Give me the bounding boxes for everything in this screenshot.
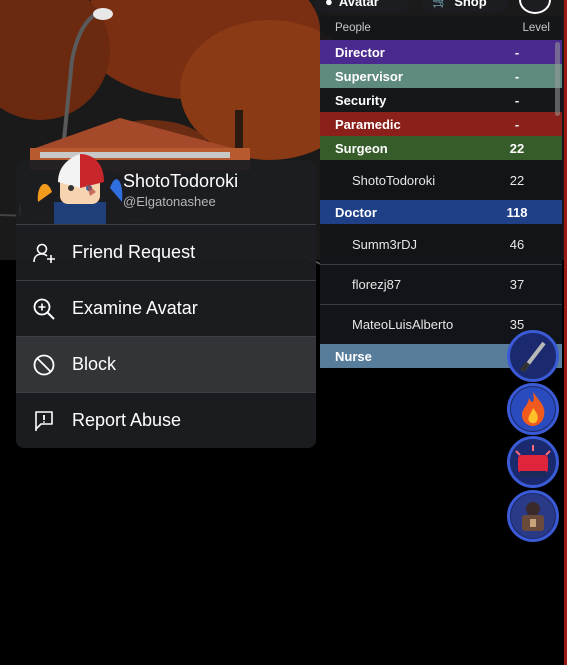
- knife-button[interactable]: [507, 330, 559, 382]
- examine-avatar-item[interactable]: Examine Avatar: [16, 280, 316, 336]
- team-name: Director: [335, 44, 385, 60]
- team-row: Security -: [320, 88, 562, 112]
- team-name: Security: [335, 92, 387, 108]
- examine-avatar-label: Examine Avatar: [72, 298, 198, 318]
- siren-button[interactable]: [507, 436, 559, 488]
- team-name: Doctor: [335, 204, 377, 220]
- player-context-menu: ShotoTodoroki @Elgatonashee Friend Reque…: [16, 154, 316, 448]
- briefcase-button[interactable]: [507, 490, 559, 542]
- player-list-rows: Director - Supervisor - Security - Paramedic - S…: [320, 40, 562, 368]
- team-level: 118: [506, 204, 528, 220]
- player-level: 35: [509, 317, 525, 332]
- team-name: Supervisor: [335, 68, 403, 84]
- siren-icon: [511, 440, 555, 484]
- fire-icon: [511, 387, 555, 431]
- fire-button[interactable]: [507, 383, 559, 435]
- player-level: 46: [509, 236, 525, 252]
- add-friend-icon: [32, 241, 56, 265]
- team-level: -: [514, 44, 520, 60]
- team-row: Surgeon 22: [320, 136, 562, 160]
- player-display-name: ShotoTodoroki: [123, 171, 239, 191]
- friend-request-label: Friend Request: [72, 242, 196, 262]
- player-list: People Level Director - Supervisor - Securit…: [320, 16, 562, 368]
- team-row: Supervisor -: [320, 64, 562, 88]
- team-level: -: [514, 116, 520, 132]
- knife-icon: [511, 334, 555, 378]
- player-list-header: People Level: [320, 16, 562, 40]
- player-name: ShotoTodoroki: [352, 172, 436, 188]
- level-header: Level: [522, 22, 551, 34]
- player-username: @Elgatonashee: [123, 194, 216, 209]
- team-level: -: [514, 92, 520, 108]
- avatar-button-label: Avatar: [338, 0, 379, 9]
- zoom-in-icon: [32, 297, 56, 321]
- player-level: 37: [509, 277, 525, 292]
- block-item[interactable]: Block: [16, 336, 316, 392]
- player-row[interactable]: ShotoTodoroki 22: [320, 160, 562, 200]
- team-name: Paramedic: [335, 116, 401, 132]
- player-list-scrollbar[interactable]: [555, 42, 560, 116]
- report-abuse-label: Report Abuse: [72, 410, 182, 430]
- player-name: Summ3rDJ: [352, 236, 418, 252]
- menu-header-text: ShotoTodoroki @Elgatonashee: [123, 171, 238, 209]
- shop-button-label: Shop: [454, 0, 487, 9]
- team-row: Paramedic -: [320, 112, 562, 136]
- avatar-icon: ●: [325, 0, 333, 9]
- player-name: florezj87: [352, 277, 402, 292]
- team-name: Nurse: [335, 348, 372, 364]
- player-level: 22: [509, 172, 525, 188]
- team-row: Director -: [320, 40, 562, 64]
- briefcase-character-icon: [511, 494, 555, 538]
- report-abuse-item[interactable]: Report Abuse: [16, 392, 316, 448]
- friend-request-item[interactable]: Friend Request: [16, 224, 316, 280]
- team-level: -: [514, 68, 520, 84]
- player-name: MateoLuisAlberto: [352, 317, 454, 332]
- avatar[interactable]: [32, 152, 128, 224]
- cart-icon: 🛒: [432, 0, 449, 8]
- team-name: Surgeon: [335, 140, 388, 156]
- people-header: People: [335, 22, 371, 34]
- block-icon: [32, 353, 56, 377]
- player-row[interactable]: Summ3rDJ 46: [320, 224, 562, 264]
- team-row: Doctor 118: [320, 200, 562, 224]
- block-label: Block: [72, 354, 117, 374]
- menu-header: ShotoTodoroki @Elgatonashee: [16, 154, 316, 224]
- team-level: 22: [509, 140, 525, 156]
- shop-button[interactable]: 🛒 Shop: [422, 0, 508, 12]
- player-row[interactable]: florezj87 37: [320, 264, 562, 304]
- report-flag-icon: [32, 409, 56, 433]
- avatar-button[interactable]: ● Avatar: [315, 0, 409, 12]
